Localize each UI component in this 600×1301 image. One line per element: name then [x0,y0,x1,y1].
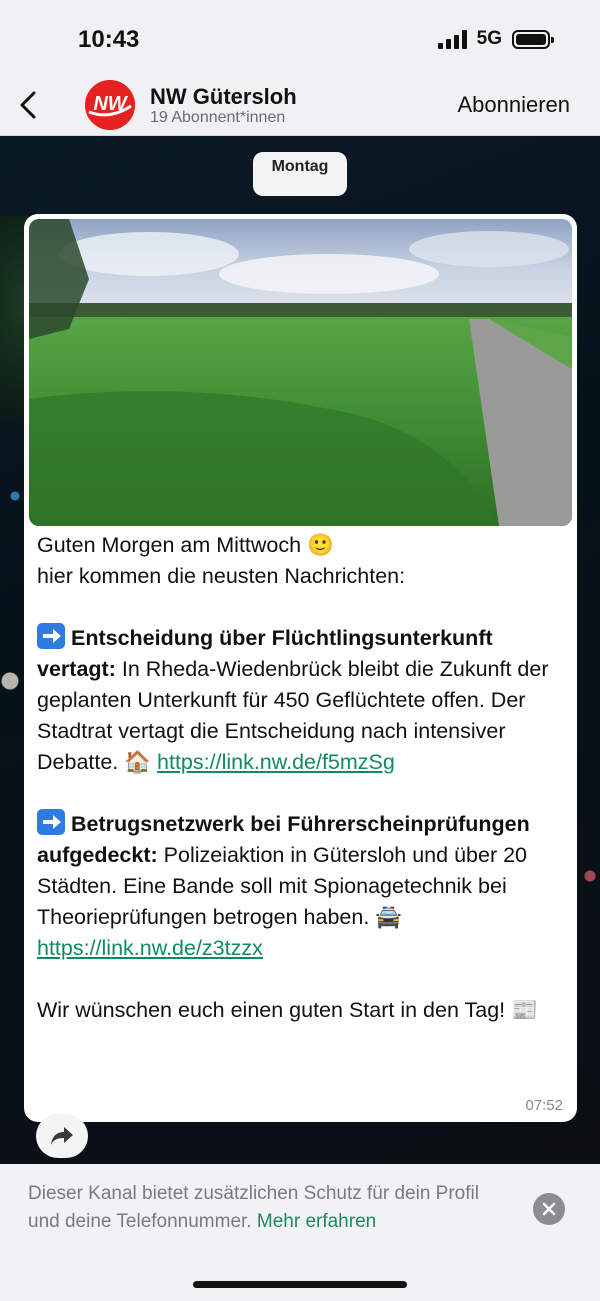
channel-name[interactable]: NW Gütersloh [150,84,297,110]
house-emoji-icon: 🏠 [124,750,152,775]
network-label: 5G [476,28,502,49]
forward-button[interactable] [36,1114,88,1158]
status-icons: 5G [437,28,554,50]
arrow-right-icon [37,809,65,835]
message-bubble[interactable]: Guten Morgen am Mittwoch 🙂 hier kommen d… [24,214,577,1122]
status-time: 10:43 [78,26,140,53]
home-indicator[interactable] [193,1281,407,1288]
greeting-subline: hier kommen die neusten Nachrichten: [37,564,406,588]
news-item-1-link[interactable]: https://link.nw.de/f5mzSg [157,750,395,774]
police-car-emoji-icon: 🚔 [375,905,403,930]
close-icon [542,1202,556,1216]
subscriber-count: 19 Abonnent*innen [150,109,286,126]
top-bar: 10:43 5G NW NW Gütersloh 19 Abonnent*inn… [0,0,600,136]
back-button[interactable] [14,88,42,122]
message-text: Guten Morgen am Mittwoch 🙂 hier kommen d… [37,530,565,1026]
field-landscape-image [29,219,572,526]
channel-avatar[interactable]: NW [85,80,135,130]
nw-logo-icon: NW [85,80,135,130]
channel-notice-bar: Dieser Kanal bietet zusätzlichen Schutz … [0,1164,600,1301]
privacy-notice-text: Dieser Kanal bietet zusätzlichen Schutz … [28,1183,479,1232]
close-notice-button[interactable] [533,1193,565,1225]
forward-arrow-icon [51,1127,73,1145]
news-item-2: Betrugsnetzwerk bei Führerscheinprüfunge… [37,809,565,964]
battery-icon [512,29,554,49]
smile-emoji-icon: 🙂 [307,533,334,558]
signal-icon [437,29,467,49]
date-label: Montag [271,158,329,175]
learn-more-link[interactable]: Mehr erfahren [257,1211,376,1232]
greeting-line: Guten Morgen am Mittwoch 🙂 [37,533,334,558]
message-photo[interactable] [29,219,572,526]
avatar-text: NW [93,93,128,115]
news-item-2-link[interactable]: https://link.nw.de/z3tzzx [37,936,263,960]
arrow-right-icon [37,623,65,649]
subscribe-button[interactable]: Abonnieren [457,92,570,118]
news-item-1: Entscheidung über Flüchtlingsunterkunft … [37,623,565,778]
closing-line: Wir wünschen euch einen guten Start in d… [37,998,538,1023]
newspaper-emoji-icon: 📰 [511,998,538,1023]
date-separator: Montag [253,152,347,196]
message-time: 07:52 [525,1097,563,1114]
privacy-notice: Dieser Kanal bietet zusätzlichen Schutz … [28,1180,508,1236]
chevron-left-icon [20,91,36,119]
